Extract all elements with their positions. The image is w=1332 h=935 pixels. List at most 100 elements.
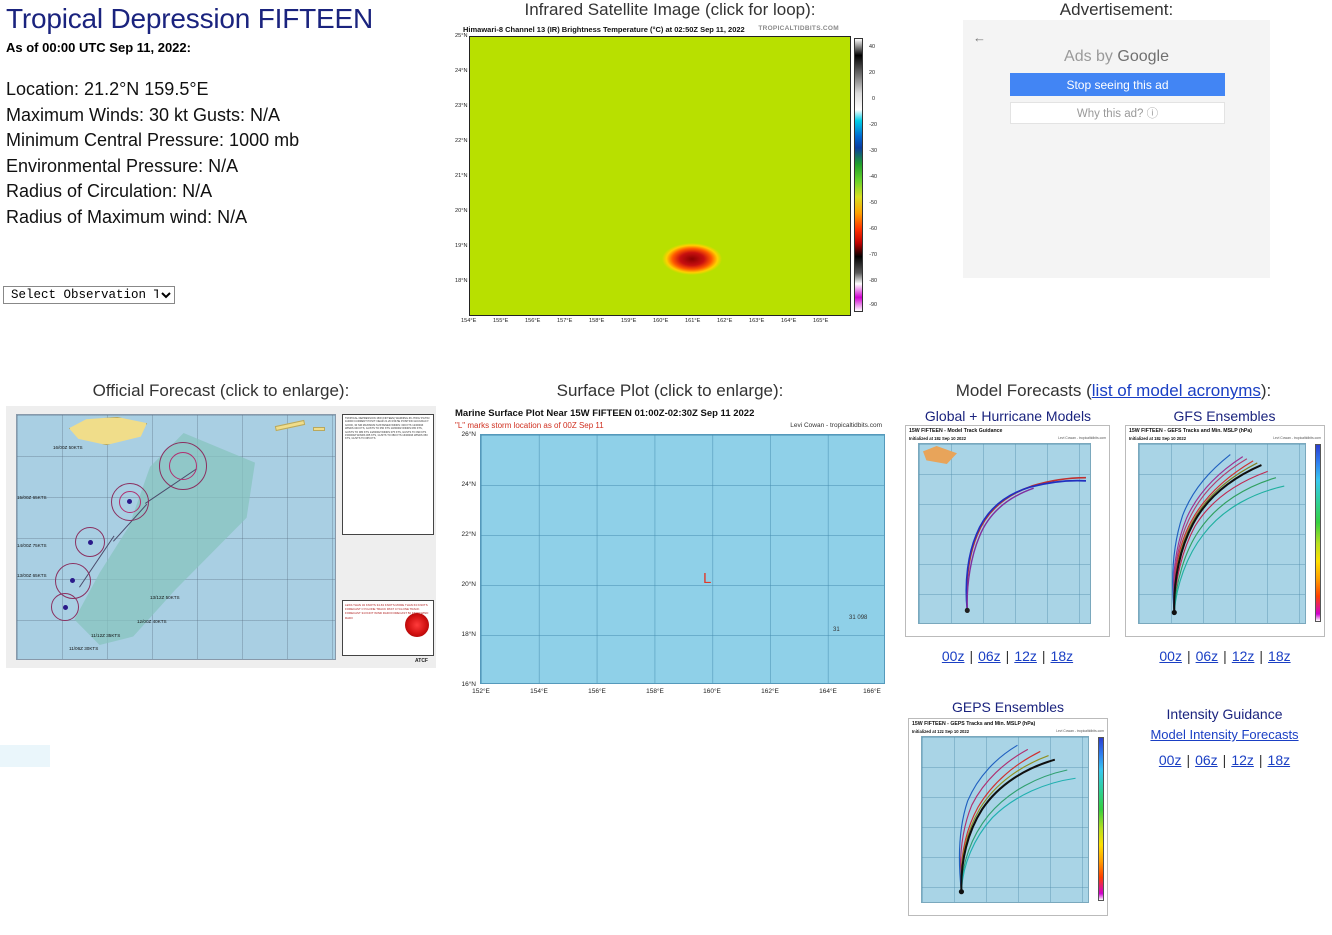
satellite-xtick-164e: 164°E xyxy=(781,318,797,324)
time-link-06z[interactable]: 06z xyxy=(1195,752,1218,768)
model-acronyms-link[interactable]: list of model acronyms xyxy=(1092,381,1261,400)
colorbar-tick-40: 40 xyxy=(869,44,875,50)
surface-xtick-156e: 156°E xyxy=(588,688,606,695)
satellite-section-heading: Infrared Satellite Image (click for loop… xyxy=(524,0,816,19)
global-models-thumbnail[interactable]: 15W FIFTEEN - Model Track Guidance Initi… xyxy=(905,425,1110,637)
time-link-12z[interactable]: 12z xyxy=(1014,648,1037,664)
time-separator: | xyxy=(969,648,974,664)
wind-radius-ring xyxy=(169,452,197,480)
forecast-warning-text: TROPICAL DEPRESSION 15W (FIFTEEN) WARNIN… xyxy=(342,414,434,535)
stop-seeing-ad-button[interactable]: Stop seeing this ad xyxy=(1010,73,1225,96)
official-forecast-panel[interactable]: 16/00Z 50KTS 15/00Z 65KTS 14/00Z 75KTS 1… xyxy=(6,406,436,668)
colorbar-tick-0: 0 xyxy=(872,96,875,102)
gfs-chart-sub: Initialized at 18z Sep 10 2022 xyxy=(1129,436,1187,441)
time-separator: | xyxy=(1186,648,1191,664)
colorbar-tick-m40: -40 xyxy=(869,174,877,180)
track-label-13-12z: 13/12Z 50KTS xyxy=(150,595,180,600)
satellite-image-panel[interactable]: Himawari-8 Channel 13 (IR) Brightness Te… xyxy=(455,22,885,324)
storm-detail-location: Location: 21.2°N 159.5°E xyxy=(6,79,209,99)
satellite-xtick-155e: 155°E xyxy=(493,318,509,324)
page-title: Tropical Depression FIFTEEN xyxy=(6,3,373,34)
time-link-06z[interactable]: 06z xyxy=(978,648,1001,664)
surface-plot-panel[interactable]: Marine Surface Plot Near 15W FIFTEEN 01:… xyxy=(452,406,888,711)
satellite-ytick-23n: 23°N xyxy=(455,103,468,109)
colorbar-tick-m30: -30 xyxy=(869,148,877,154)
time-link-18z[interactable]: 18z xyxy=(1051,648,1074,664)
geps-chart-sub: Initialized at 12z Sep 10 2022 xyxy=(912,729,970,734)
cyclone-symbol-icon xyxy=(405,613,429,637)
colorbar-tick-20: 20 xyxy=(869,70,875,76)
gfs-credit: Levi Cowan - tropicaltidbits.com xyxy=(1273,436,1321,440)
global-models-time-links: 00z | 06z | 12z | 18z xyxy=(905,648,1110,664)
storm-detail-min-pressure: Minimum Central Pressure: 1000 mb xyxy=(6,130,300,150)
page-root: Tropical Depression FIFTEEN As of 00:00 … xyxy=(0,0,1332,935)
gfs-ensembles-map xyxy=(1138,443,1306,624)
station-pressure-value: 098 xyxy=(857,615,868,621)
model-intensity-forecasts-row: Model Intensity Forecasts xyxy=(1122,727,1327,742)
observation-time-select[interactable]: Select Observation Time... xyxy=(3,286,175,304)
ensemble-track-lines xyxy=(958,744,1076,895)
surface-ytick-18n: 18°N xyxy=(461,631,476,638)
satellite-xtick-162e: 162°E xyxy=(717,318,733,324)
gfs-ensembles-thumbnail[interactable]: 15W FIFTEEN - GEFS Tracks and Min. MSLP … xyxy=(1125,425,1325,637)
time-link-00z[interactable]: 00z xyxy=(942,648,965,664)
surface-plot-subtitle: "L" marks storm location as of 00Z Sep 1… xyxy=(455,421,604,430)
time-separator: | xyxy=(1258,752,1263,768)
ensemble-track-lines xyxy=(1171,454,1285,616)
surface-ytick-20n: 20°N xyxy=(461,581,476,588)
satellite-colorbar xyxy=(854,38,863,312)
google-brand-text: Google xyxy=(1117,48,1169,65)
storm-detail-env-pressure: Environmental Pressure: N/A xyxy=(6,155,239,176)
decorative-block xyxy=(0,745,50,767)
surface-plot-canvas[interactable]: L 31 098 31 xyxy=(480,434,885,684)
global-models-credit: Levi Cowan - tropicaltidbits.com xyxy=(1058,436,1106,440)
satellite-xtick-165e: 165°E xyxy=(813,318,829,324)
island-shape xyxy=(313,427,325,431)
surface-plot-heading: Surface Plot (click to enlarge): xyxy=(556,381,784,400)
time-link-00z[interactable]: 00z xyxy=(1159,648,1182,664)
track-label-16-00z: 16/00Z 50KTS xyxy=(53,445,83,450)
time-link-00z[interactable]: 00z xyxy=(1159,752,1182,768)
gfs-chart-title: 15W FIFTEEN - GEFS Tracks and Min. MSLP … xyxy=(1129,428,1252,434)
official-forecast-map[interactable]: 16/00Z 50KTS 15/00Z 65KTS 14/00Z 75KTS 1… xyxy=(16,414,336,660)
geps-ensembles-thumbnail[interactable]: 15W FIFTEEN - GEPS Tracks and Min. MSLP … xyxy=(908,718,1108,916)
time-link-18z[interactable]: 18z xyxy=(1268,648,1291,664)
geps-ensembles-colorbar xyxy=(1098,737,1104,901)
storm-detail-max-winds: Maximum Winds: 30 kt Gusts: N/A xyxy=(6,104,281,125)
back-arrow-icon[interactable]: ← xyxy=(973,30,986,45)
surface-xtick-154e: 154°E xyxy=(530,688,548,695)
surface-plot-credit: Levi Cowan - tropicaltidbits.com xyxy=(790,422,882,429)
model-forecasts-heading: Model Forecasts (list of model acronyms)… xyxy=(895,381,1332,401)
time-separator: | xyxy=(1005,648,1010,664)
storm-low-marker: L xyxy=(703,570,712,587)
advertisement-panel: ← Ads by Google Stop seeing this ad Why … xyxy=(963,20,1270,278)
why-this-ad-button[interactable]: Why this ad? ⓘ xyxy=(1010,102,1225,124)
time-link-12z[interactable]: 12z xyxy=(1231,752,1254,768)
satellite-ytick-18n: 18°N xyxy=(455,278,468,284)
gfs-ensembles-colorbar xyxy=(1315,444,1321,622)
satellite-ytick-22n: 22°N xyxy=(455,138,468,144)
satellite-imagery[interactable] xyxy=(469,36,851,316)
track-label-15-00z: 15/00Z 65KTS xyxy=(17,495,47,500)
storm-info-panel: Tropical Depression FIFTEEN As of 00:00 … xyxy=(6,0,436,230)
forecast-map-legend: LESS THAN 34 KNOTS 34-63 KNOTS MORE THAN… xyxy=(342,600,434,656)
colorbar-tick-m90: -90 xyxy=(869,302,877,308)
geps-ensembles-label: GEPS Ensembles xyxy=(951,699,1065,715)
storm-details-list: Location: 21.2°N 159.5°E Maximum Winds: … xyxy=(6,77,436,230)
time-link-06z[interactable]: 06z xyxy=(1196,648,1219,664)
surface-ytick-26n: 26°N xyxy=(461,431,476,438)
satellite-ytick-25n: 25°N xyxy=(455,33,468,39)
model-intensity-forecasts-link[interactable]: Model Intensity Forecasts xyxy=(1150,727,1298,742)
forecast-track-point xyxy=(63,605,68,610)
time-separator: | xyxy=(1186,752,1191,768)
geps-chart-title: 15W FIFTEEN - GEPS Tracks and Min. MSLP … xyxy=(912,721,1036,727)
surface-xtick-164e: 164°E xyxy=(819,688,837,695)
satellite-credit: TROPICALTIDBITS.COM xyxy=(758,25,839,32)
time-link-18z[interactable]: 18z xyxy=(1268,752,1291,768)
global-models-chart-sub: Initialized at 18z Sep 10 2022 xyxy=(909,436,967,441)
surface-plot-gridlines xyxy=(481,435,884,683)
time-link-12z[interactable]: 12z xyxy=(1232,648,1255,664)
ads-by-text: Ads by xyxy=(1064,48,1118,65)
time-separator: | xyxy=(1259,648,1264,664)
satellite-ytick-24n: 24°N xyxy=(455,68,468,74)
